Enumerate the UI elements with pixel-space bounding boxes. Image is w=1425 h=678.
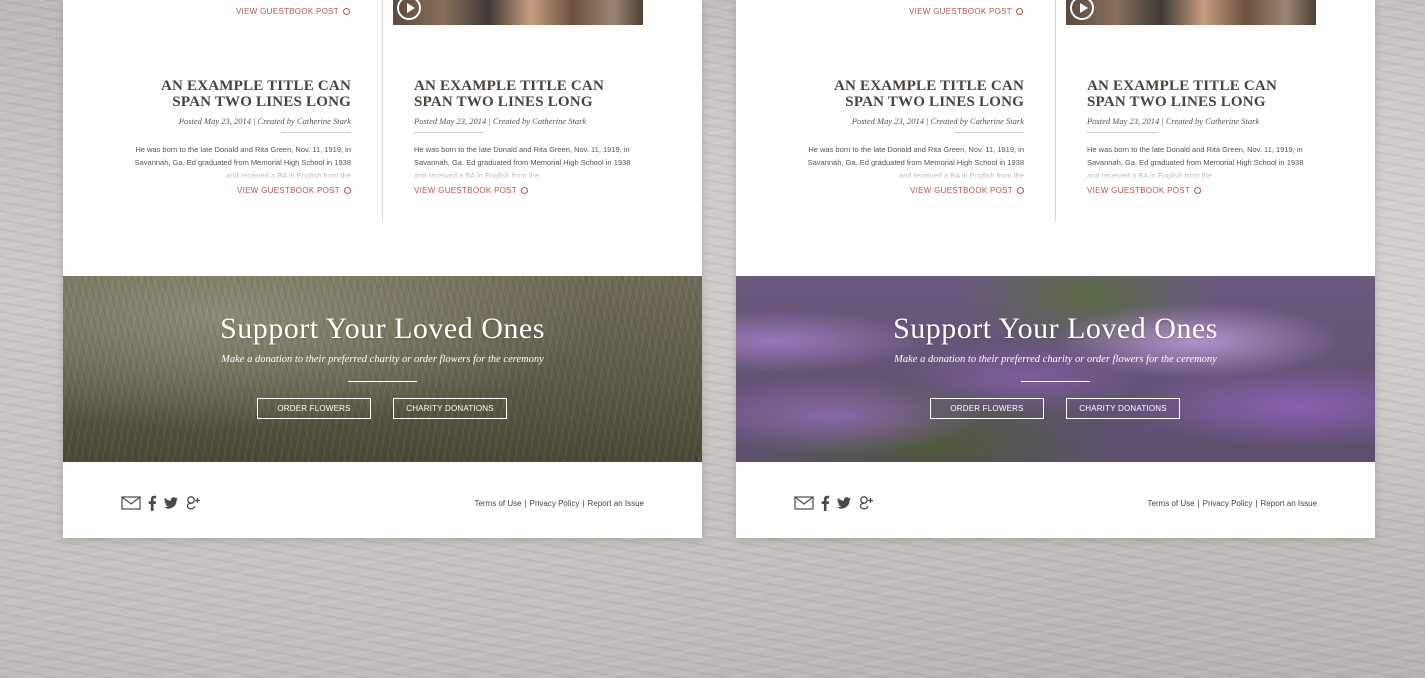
post-meta: Posted May 23, 2014 | Created by Catheri… [851, 116, 1024, 126]
post-meta: Posted May 23, 2014 | Created by Catheri… [1087, 116, 1260, 126]
arrow-circle-icon [344, 187, 351, 194]
post-body: He was born to the late Donald and Rita … [807, 145, 1024, 180]
post-title[interactable]: AN EXAMPLE TITLE CAN SPAN TWO LINES LONG [414, 78, 631, 110]
mockup-flower: VIEW GUESTBOOK POST AN EXAMPLE TITLE CAN… [736, 0, 1375, 538]
mail-icon[interactable] [121, 495, 141, 511]
arrow-circle-icon [521, 187, 529, 194]
support-banner: Support Your Loved Ones Make a donation … [736, 276, 1375, 462]
google-plus-icon[interactable] [858, 495, 874, 511]
footer-separator: | [524, 499, 527, 508]
top-guestbook-link[interactable]: VIEW GUESTBOOK POST [236, 7, 350, 16]
facebook-icon[interactable] [147, 495, 157, 511]
order-flowers-button[interactable]: ORDER FLOWERS [930, 398, 1044, 419]
view-guestbook-post-link[interactable]: VIEW GUESTBOOK POST [807, 186, 1024, 195]
view-guestbook-post-link[interactable]: VIEW GUESTBOOK POST [414, 186, 631, 195]
view-guestbook-post-link[interactable]: VIEW GUESTBOOK POST [1087, 186, 1304, 195]
facebook-icon[interactable] [820, 495, 830, 511]
report-issue-link[interactable]: Report an Issue [588, 499, 644, 508]
footer-links: Terms of Use | Privacy Policy | Report an Is… [474, 499, 644, 508]
post-rule [414, 132, 484, 133]
post-title[interactable]: AN EXAMPLE TITLE CAN SPAN TWO LINES LONG [807, 78, 1024, 110]
guestbook-post: AN EXAMPLE TITLE CAN SPAN TWO LINES LONG… [807, 78, 1024, 195]
play-icon[interactable] [397, 0, 421, 20]
order-flowers-button[interactable]: ORDER FLOWERS [257, 398, 371, 419]
banner-subtitle: Make a donation to their preferred chari… [894, 354, 1217, 365]
charity-donations-button[interactable]: CHARITY DONATIONS [1066, 398, 1180, 419]
guestbook-post: AN EXAMPLE TITLE CAN SPAN TWO LINES LONG… [414, 78, 631, 195]
banner-divider [348, 381, 417, 382]
mockup-wheat: VIEW GUESTBOOK POST AN EXAMPLE TITLE CAN… [63, 0, 702, 538]
banner-title: Support Your Loved Ones [893, 312, 1218, 345]
twitter-icon[interactable] [836, 495, 852, 511]
banner-divider [1021, 381, 1090, 382]
guestbook-post: AN EXAMPLE TITLE CAN SPAN TWO LINES LONG… [134, 78, 351, 195]
footer-links: Terms of Use | Privacy Policy | Report an Is… [1147, 499, 1317, 508]
video-thumbnail[interactable] [393, 0, 643, 25]
arrow-circle-icon [1017, 187, 1024, 194]
social-icons [794, 495, 874, 511]
arrow-circle-icon [1016, 8, 1023, 15]
google-plus-icon[interactable] [185, 495, 201, 511]
banner-subtitle: Make a donation to their preferred chari… [221, 354, 544, 365]
twitter-icon[interactable] [163, 495, 179, 511]
privacy-policy-link[interactable]: Privacy Policy [1203, 499, 1253, 508]
post-body: He was born to the late Donald and Rita … [134, 145, 351, 180]
post-body: He was born to the late Donald and Rita … [1087, 145, 1304, 180]
charity-donations-button[interactable]: CHARITY DONATIONS [393, 398, 507, 419]
support-banner: Support Your Loved Ones Make a donation … [63, 276, 702, 462]
privacy-policy-link[interactable]: Privacy Policy [530, 499, 580, 508]
post-title[interactable]: AN EXAMPLE TITLE CAN SPAN TWO LINES LONG [134, 78, 351, 110]
top-guestbook-link[interactable]: VIEW GUESTBOOK POST [909, 7, 1023, 16]
guestbook-post: AN EXAMPLE TITLE CAN SPAN TWO LINES LONG… [1087, 78, 1304, 195]
post-title[interactable]: AN EXAMPLE TITLE CAN SPAN TWO LINES LONG [1087, 78, 1304, 110]
post-body: He was born to the late Donald and Rita … [414, 145, 631, 180]
post-meta: Posted May 23, 2014 | Created by Catheri… [414, 116, 587, 126]
footer-separator: | [1255, 499, 1258, 508]
report-issue-link[interactable]: Report an Issue [1261, 499, 1317, 508]
post-rule [1087, 132, 1157, 133]
column-divider [1055, 0, 1056, 222]
footer-separator: | [582, 499, 585, 508]
post-rule [954, 132, 1024, 133]
post-meta: Posted May 23, 2014 | Created by Catheri… [178, 116, 351, 126]
footer-separator: | [1197, 499, 1200, 508]
column-divider [382, 0, 383, 222]
banner-title: Support Your Loved Ones [220, 312, 545, 345]
video-thumbnail[interactable] [1066, 0, 1316, 25]
terms-of-use-link[interactable]: Terms of Use [1147, 499, 1194, 508]
arrow-circle-icon [343, 8, 350, 15]
arrow-circle-icon [1194, 187, 1202, 194]
view-guestbook-post-link[interactable]: VIEW GUESTBOOK POST [134, 186, 351, 195]
terms-of-use-link[interactable]: Terms of Use [474, 499, 521, 508]
mail-icon[interactable] [794, 495, 814, 511]
post-rule [281, 132, 351, 133]
social-icons [121, 495, 201, 511]
play-icon[interactable] [1070, 0, 1094, 20]
